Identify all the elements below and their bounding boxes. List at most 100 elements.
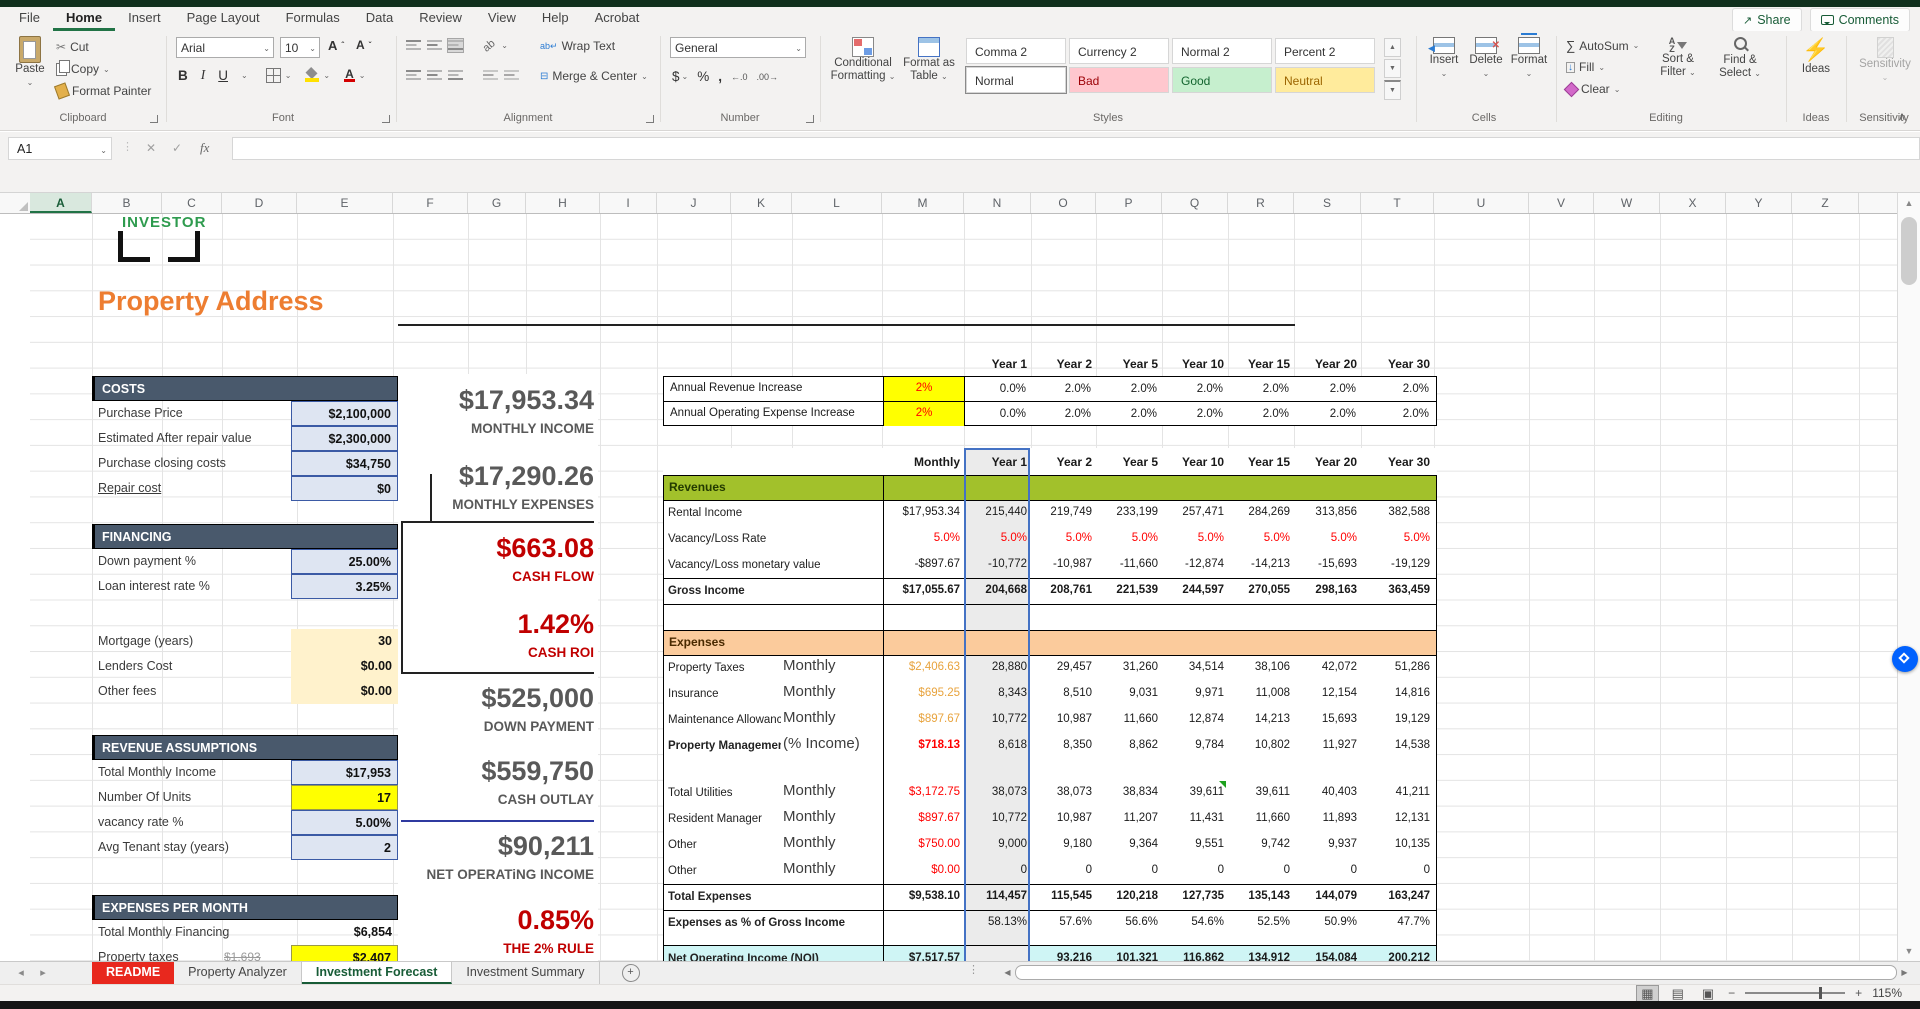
column-header-H[interactable]: H (526, 193, 600, 213)
percent-button[interactable]: % (697, 69, 709, 84)
gallery-more-icon[interactable]: ▼ (1384, 80, 1401, 100)
zoom-in-button[interactable]: + (1855, 986, 1862, 1000)
column-header-U[interactable]: U (1434, 193, 1529, 213)
decrease-decimal-button[interactable]: .00→ (757, 72, 779, 82)
ribbon-tab[interactable]: Home (53, 7, 115, 31)
column-header-V[interactable]: V (1529, 193, 1594, 213)
ribbon-tab[interactable]: Page Layout (174, 7, 273, 31)
fill-color-icon[interactable] (305, 69, 319, 82)
font-family-select[interactable]: Arial⌄ (176, 37, 274, 58)
enter-icon[interactable]: ✓ (172, 141, 182, 155)
find-select-button[interactable]: Find & Select ⌄ (1712, 37, 1768, 80)
column-header-X[interactable]: X (1660, 193, 1726, 213)
zoom-slider-thumb[interactable] (1819, 987, 1822, 999)
noi-row-clipped[interactable]: Net Operating Income (NOI) $7,517.57 90,… (663, 946, 1437, 961)
decrease-font-button[interactable]: Aˇ (356, 38, 371, 52)
ribbon-tab[interactable]: Help (529, 7, 582, 31)
wrap-text-button[interactable]: ab↵Wrap Text (540, 39, 615, 53)
forecast-row[interactable]: Gross Income $17,055.67 204,668 208,761 … (663, 578, 1437, 604)
dropbox-badge-icon[interactable] (1892, 646, 1918, 672)
forecast-row[interactable]: Other Monthly $750.00 9,000 9,180 9,364 … (663, 832, 1437, 858)
align-bottom-icon[interactable] (448, 39, 463, 52)
column-header-P[interactable]: P (1096, 193, 1162, 213)
alignment-dialog-launcher[interactable] (646, 115, 654, 123)
expenses-section-header[interactable]: Expenses (663, 630, 1437, 655)
delete-cells-button[interactable]: ✕ Delete⌄ (1466, 37, 1506, 80)
column-header-C[interactable]: C (162, 193, 222, 213)
sheet-tab[interactable]: Investment Forecast (302, 962, 453, 984)
conditional-formatting-button[interactable]: Conditional Formatting ⌄ (830, 37, 896, 83)
number-format-select[interactable]: General⌄ (670, 37, 806, 58)
sheet-tab[interactable]: Property Analyzer (174, 962, 302, 984)
paste-button[interactable]: Paste⌄ (10, 36, 50, 89)
number-dialog-launcher[interactable] (806, 115, 814, 123)
column-header-S[interactable]: S (1294, 193, 1361, 213)
assumption-row[interactable]: Annual Revenue Increase 2% 0.0% 2.0% 2.0… (664, 377, 1436, 402)
cell-style-chip[interactable]: Comma 2 (966, 38, 1066, 64)
normal-view-icon[interactable]: ▦ (1637, 986, 1657, 1001)
column-header-F[interactable]: F (393, 193, 468, 213)
column-header-D[interactable]: D (222, 193, 297, 213)
cell-style-chip[interactable]: Normal (966, 67, 1066, 93)
align-center-icon[interactable] (427, 69, 442, 82)
insert-cells-button[interactable]: ◀ Insert⌄ (1424, 37, 1464, 80)
increase-decimal-button[interactable]: ←.0 (731, 72, 748, 82)
kpi-down-payment[interactable]: $525,000DOWN PAYMENT (330, 682, 594, 734)
format-as-table-button[interactable]: Format as Table ⌄ (900, 37, 958, 83)
gallery-down-icon[interactable]: ▼ (1384, 59, 1401, 78)
clipboard-dialog-launcher[interactable] (150, 115, 158, 123)
forecast-row[interactable]: Vacancy/Loss Rate 5.0% 5.0% 5.0% 5.0% 5.… (663, 526, 1437, 552)
copy-button[interactable]: Copy⌄ (56, 62, 110, 76)
horizontal-scrollbar-thumb[interactable] (1015, 965, 1897, 980)
ribbon-tab[interactable]: File (6, 7, 53, 31)
column-header-A[interactable]: A (30, 193, 92, 213)
forecast-row[interactable]: Total Utilities Monthly $3,172.75 38,073… (663, 780, 1437, 806)
ribbon-tab[interactable]: Acrobat (582, 7, 653, 31)
scroll-down-icon[interactable]: ▼ (1898, 941, 1920, 961)
column-header-B[interactable]: B (92, 193, 162, 213)
vertical-scrollbar-thumb[interactable] (1901, 217, 1917, 285)
cell-style-chip[interactable]: Bad (1069, 67, 1169, 93)
kpi-cash-flow[interactable]: $663.08CASH FLOW (330, 532, 594, 584)
comment-indicator-icon[interactable] (1219, 781, 1226, 788)
cut-button[interactable]: ✂Cut (56, 40, 89, 54)
kpi-monthly-income[interactable]: $17,953.34MONTHLY INCOME (330, 384, 594, 436)
column-header-Z[interactable]: Z (1792, 193, 1859, 213)
share-button[interactable]: ↗Share (1732, 8, 1802, 32)
formula-input[interactable] (232, 137, 1920, 160)
sheet-tab[interactable]: Investment Summary (452, 962, 599, 984)
new-sheet-button[interactable]: + (622, 964, 640, 982)
font-size-select[interactable]: 10⌄ (280, 37, 320, 58)
column-header-M[interactable]: M (882, 193, 964, 213)
cell-style-chip[interactable]: Percent 2 (1275, 38, 1375, 64)
cancel-icon[interactable]: ✕ (146, 141, 156, 155)
underline-button[interactable]: U (218, 68, 228, 83)
forecast-row[interactable]: Resident Manager Monthly $897.67 10,772 … (663, 806, 1437, 832)
column-header-J[interactable]: J (657, 193, 731, 213)
ribbon-tab[interactable]: Review (406, 7, 475, 31)
format-painter-button[interactable]: Format Painter (56, 84, 151, 98)
increase-font-button[interactable]: Aˆ (328, 38, 344, 53)
assumption-input-cell[interactable]: 2% (883, 402, 965, 426)
autosum-button[interactable]: ∑AutoSum⌄ (1566, 38, 1639, 53)
forecast-row[interactable]: Property Management (% Income) $718.13 8… (663, 733, 1437, 759)
scroll-up-icon[interactable]: ▲ (1898, 193, 1920, 213)
collapse-ribbon-icon[interactable]: ∧ (1898, 110, 1906, 123)
zoom-out-button[interactable]: − (1728, 986, 1735, 1000)
assumption-input-cell[interactable]: 2% (883, 377, 965, 401)
cell-style-chip[interactable]: Neutral (1275, 67, 1375, 93)
column-header-O[interactable]: O (1031, 193, 1096, 213)
borders-icon[interactable] (266, 68, 281, 83)
zoom-slider[interactable] (1745, 992, 1845, 994)
ribbon-tab[interactable]: Data (353, 7, 406, 31)
font-color-icon[interactable]: A (344, 69, 355, 82)
column-header-W[interactable]: W (1594, 193, 1660, 213)
kpi-cash-roi[interactable]: 1.42%CASH ROI (330, 608, 594, 660)
column-header-L[interactable]: L (792, 193, 882, 213)
scroll-right-icon[interactable]: ▶ (1897, 968, 1912, 977)
horizontal-scrollbar[interactable]: ◀ ▶ (1000, 964, 1912, 980)
page-layout-view-icon[interactable]: ▤ (1668, 986, 1688, 1001)
forecast-row[interactable]: Other Monthly $0.00 0 0 0 0 0 0 0 (663, 858, 1437, 884)
ribbon-tab[interactable]: View (475, 7, 529, 31)
merge-center-button[interactable]: ⊟Merge & Center⌄ (540, 69, 648, 83)
